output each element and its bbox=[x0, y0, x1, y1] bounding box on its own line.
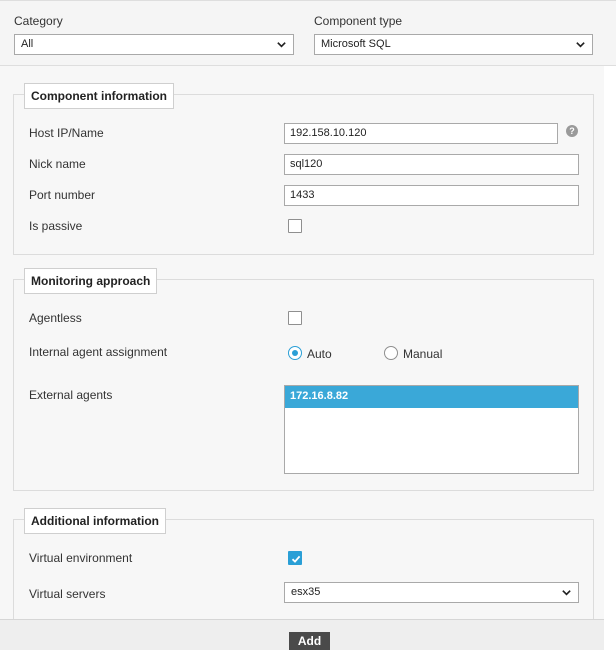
port-label: Port number bbox=[29, 188, 96, 202]
host-label: Host IP/Name bbox=[29, 126, 104, 140]
help-icon[interactable]: ? bbox=[566, 125, 578, 137]
passive-label: Is passive bbox=[29, 219, 83, 233]
virtual-servers-select[interactable]: esx35 bbox=[284, 582, 579, 603]
chevron-down-icon bbox=[277, 42, 286, 48]
virtual-env-label: Virtual environment bbox=[29, 551, 133, 565]
additional-information-section: Additional information bbox=[13, 508, 594, 629]
virtual-servers-label: Virtual servers bbox=[29, 587, 106, 601]
auto-radio[interactable] bbox=[288, 346, 302, 360]
category-value: All bbox=[21, 38, 34, 50]
chevron-down-icon bbox=[576, 42, 585, 48]
manual-radio[interactable] bbox=[384, 346, 398, 360]
category-select[interactable]: All bbox=[14, 34, 294, 55]
scroll-gutter bbox=[604, 66, 616, 650]
host-value: 192.158.10.120 bbox=[290, 127, 367, 139]
additional-information-legend: Additional information bbox=[24, 508, 166, 534]
nick-value: sql120 bbox=[290, 158, 323, 170]
assignment-label: Internal agent assignment bbox=[29, 345, 168, 359]
component-type-select[interactable]: Microsoft SQL bbox=[314, 34, 593, 55]
filter-bar bbox=[0, 0, 616, 66]
component-information-legend: Component information bbox=[24, 83, 174, 109]
category-label: Category bbox=[14, 14, 63, 28]
list-item[interactable]: 172.16.8.82 bbox=[285, 386, 578, 408]
nick-label: Nick name bbox=[29, 157, 86, 171]
add-button[interactable]: Add bbox=[289, 632, 330, 650]
nick-input[interactable]: sql120 bbox=[284, 154, 579, 175]
monitoring-approach-legend: Monitoring approach bbox=[24, 268, 158, 294]
virtual-servers-value: esx35 bbox=[291, 586, 321, 598]
agentless-label: Agentless bbox=[29, 311, 82, 325]
external-agents-label: External agents bbox=[29, 388, 113, 402]
port-input[interactable]: 1433 bbox=[284, 185, 579, 206]
agentless-checkbox[interactable] bbox=[288, 311, 302, 325]
component-type-value: Microsoft SQL bbox=[321, 38, 391, 50]
manual-label[interactable]: Manual bbox=[403, 347, 442, 361]
virtual-env-checkbox[interactable] bbox=[288, 551, 302, 565]
external-agents-listbox[interactable]: 172.16.8.82 bbox=[284, 385, 579, 474]
check-icon bbox=[291, 555, 301, 563]
chevron-down-icon bbox=[562, 590, 571, 596]
port-value: 1433 bbox=[290, 189, 315, 201]
passive-checkbox[interactable] bbox=[288, 219, 302, 233]
component-type-label: Component type bbox=[314, 14, 403, 28]
host-input[interactable]: 192.158.10.120 bbox=[284, 123, 558, 144]
auto-label[interactable]: Auto bbox=[307, 347, 332, 361]
